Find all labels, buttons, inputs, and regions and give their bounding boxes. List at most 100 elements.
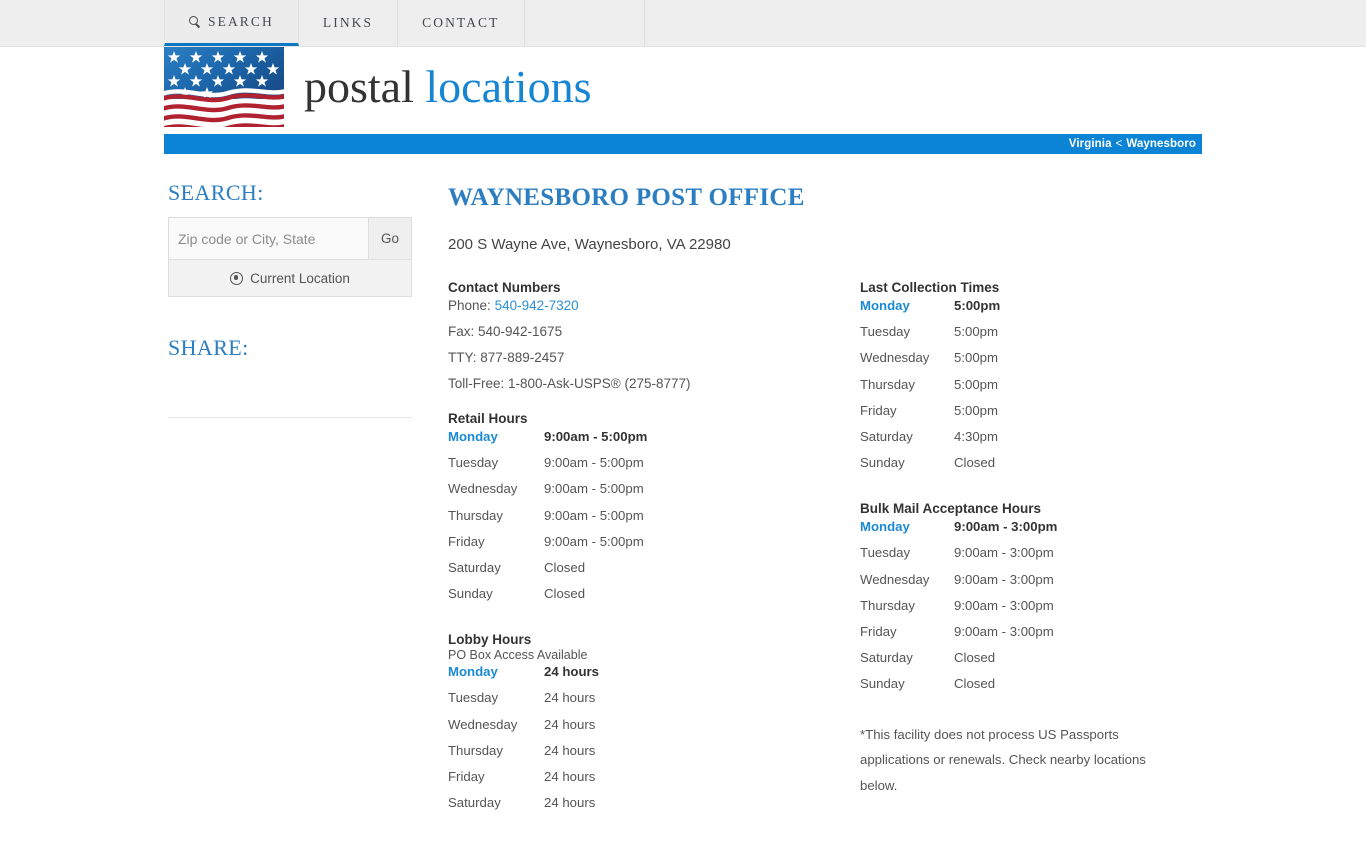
sidebar-divider — [168, 417, 412, 418]
hours-day: Saturday — [860, 650, 913, 666]
hours-day: Wednesday — [860, 571, 930, 587]
lobby-hours-heading: Lobby Hours — [448, 632, 532, 648]
details-column-right: Last Collection Times Monday 5:00pm Tuesda… — [860, 280, 1202, 841]
hours-value: 9:00am - 5:00pm — [544, 507, 644, 523]
breadcrumb: Virginia < Waynesboro — [164, 134, 1202, 154]
hours-day: Tuesday — [860, 545, 911, 561]
hours-value: 9:00am - 5:00pm — [544, 481, 644, 497]
hours-day: Wednesday — [448, 481, 518, 497]
breadcrumb-city: Waynesboro — [1126, 138, 1196, 150]
top-navigation-items: SEARCH LINKS CONTACT — [164, 0, 645, 46]
hours-day: Monday — [860, 298, 910, 313]
retail-hours-table: Monday 9:00am - 5:00pm Tuesday 9:00am - 5:0… — [448, 429, 860, 612]
hours-value: 24 hours — [544, 690, 596, 706]
last-collection-rows: Monday 5:00pm Tuesday 5:00pm Wednesday 5:00pm… — [860, 298, 1202, 481]
hours-day: Thursday — [448, 742, 503, 758]
hours-day: Wednesday — [448, 716, 518, 732]
hours-value: 5:00pm — [954, 324, 998, 340]
lobby-hours-block: Lobby Hours PO Box Access Available Mond… — [448, 632, 860, 821]
hours-row: Wednesday 9:00am - 3:00pm — [860, 572, 1202, 598]
passport-note: *This facility does not process US Passp… — [860, 727, 1146, 793]
hours-value: 9:00am - 5:00pm — [544, 429, 648, 444]
hours-value: 24 hours — [544, 768, 596, 784]
details-column-left: Contact Numbers Phone: 540-942-7320 Fax:… — [448, 280, 860, 841]
hours-row: Monday 5:00pm — [860, 298, 1202, 324]
hours-day: Sunday — [860, 455, 905, 471]
hours-value: 24 hours — [544, 795, 596, 811]
breadcrumb-separator: < — [1115, 138, 1123, 150]
hours-value: 5:00pm — [954, 298, 1001, 313]
retail-hours-block: Retail Hours Monday 9:00am - 5:00pm Tuesda… — [448, 411, 860, 612]
hours-value: Closed — [954, 650, 996, 666]
phone-link[interactable]: 540-942-7320 — [495, 298, 579, 313]
hours-value: Closed — [544, 586, 586, 602]
lobby-hours-rows: Monday 24 hours Tuesday 24 hours Wednesday 24… — [448, 664, 860, 821]
retail-hours-heading: Retail Hours — [448, 411, 528, 426]
last-collection-heading: Last Collection Times — [860, 280, 1000, 295]
hours-day: Friday — [860, 402, 897, 418]
hours-value: 24 hours — [544, 716, 596, 732]
hours-day: Saturday — [448, 795, 501, 811]
hours-value: 5:00pm — [954, 376, 998, 392]
hours-row: Saturday Closed — [860, 650, 1202, 676]
lobby-hours-table: Monday 24 hours Tuesday 24 hours Wednesday 24… — [448, 664, 860, 821]
hours-row: Friday 24 hours — [448, 769, 860, 795]
nav-item-links-label: LINKS — [322, 15, 374, 30]
nav-item-links[interactable]: LINKS — [298, 0, 399, 46]
hours-row: Wednesday 9:00am - 5:00pm — [448, 481, 860, 507]
tty-line: TTY: 877-889-2457 — [448, 350, 565, 365]
contact-numbers-block: Contact Numbers Phone: 540-942-7320 Fax:… — [448, 280, 860, 391]
hours-value: 9:00am - 3:00pm — [954, 597, 1054, 613]
bulk-mail-rows: Monday 9:00am - 3:00pm Tuesday 9:00am - 3:0… — [860, 519, 1202, 702]
hours-row: Monday 24 hours — [448, 664, 860, 690]
hours-value: 9:00am - 3:00pm — [954, 519, 1058, 535]
top-navigation-bar: SEARCH LINKS CONTACT — [0, 0, 1366, 47]
retail-hours-rows: Monday 9:00am - 5:00pm Tuesday 9:00am - 5:0… — [448, 429, 860, 612]
hours-row: Tuesday 24 hours — [448, 690, 860, 716]
bulk-mail-table: Monday 9:00am - 3:00pm Tuesday 9:00am - 3:0… — [860, 519, 1202, 702]
contact-numbers-heading: Contact Numbers — [448, 280, 561, 295]
search-row: Go — [169, 218, 411, 259]
hours-day: Wednesday — [860, 350, 930, 366]
hours-value: 24 hours — [544, 742, 596, 758]
hours-row: Friday 9:00am - 3:00pm — [860, 624, 1202, 650]
hours-value: 9:00am - 5:00pm — [544, 455, 644, 471]
breadcrumb-state-link[interactable]: Virginia — [1069, 138, 1112, 150]
hours-day: Saturday — [448, 559, 501, 575]
hours-value: Closed — [954, 676, 996, 692]
hours-value: Closed — [544, 559, 586, 575]
hours-day: Monday — [448, 429, 498, 444]
hours-day: Tuesday — [860, 324, 911, 340]
current-location-button[interactable]: Current Location — [169, 259, 411, 296]
hours-row: Thursday 5:00pm — [860, 377, 1202, 403]
hours-row: Saturday Closed — [448, 560, 860, 586]
hours-day: Tuesday — [448, 455, 499, 471]
hours-day: Thursday — [860, 597, 915, 613]
bulk-mail-block: Bulk Mail Acceptance Hours Monday 9:00am … — [860, 501, 1202, 702]
hours-row: Sunday Closed — [860, 676, 1202, 702]
current-location-label: Current Location — [250, 270, 350, 286]
hours-row: Sunday Closed — [860, 455, 1202, 481]
post-office-address: 200 S Wayne Ave, Waynesboro, VA 22980 — [448, 236, 731, 253]
last-collection-block: Last Collection Times Monday 5:00pm Tuesda… — [860, 280, 1202, 481]
hours-day: Tuesday — [448, 690, 499, 706]
hours-day: Monday — [860, 519, 910, 535]
site-title: postal locations — [304, 64, 591, 110]
nav-item-contact[interactable]: CONTACT — [398, 0, 525, 46]
search-widget: Go Current Location — [168, 217, 412, 297]
nav-item-contact-label: CONTACT — [422, 15, 500, 30]
nav-item-search[interactable]: SEARCH — [164, 0, 299, 46]
search-input[interactable] — [169, 218, 369, 259]
hours-row: Saturday 24 hours — [448, 795, 860, 821]
search-heading: SEARCH: — [168, 180, 264, 205]
hours-day: Thursday — [860, 376, 915, 392]
hours-row: Tuesday 9:00am - 5:00pm — [448, 455, 860, 481]
hours-value: 4:30pm — [954, 428, 998, 444]
site-logo[interactable]: postal locations — [164, 47, 591, 127]
hours-day: Thursday — [448, 507, 503, 523]
sidebar: SEARCH: Go Current Location SHARE: — [168, 180, 412, 418]
hours-row: Monday 9:00am - 5:00pm — [448, 429, 860, 455]
last-collection-table: Monday 5:00pm Tuesday 5:00pm Wednesday 5:00pm… — [860, 298, 1202, 481]
go-button[interactable]: Go — [369, 218, 411, 259]
hours-row: Thursday 24 hours — [448, 743, 860, 769]
